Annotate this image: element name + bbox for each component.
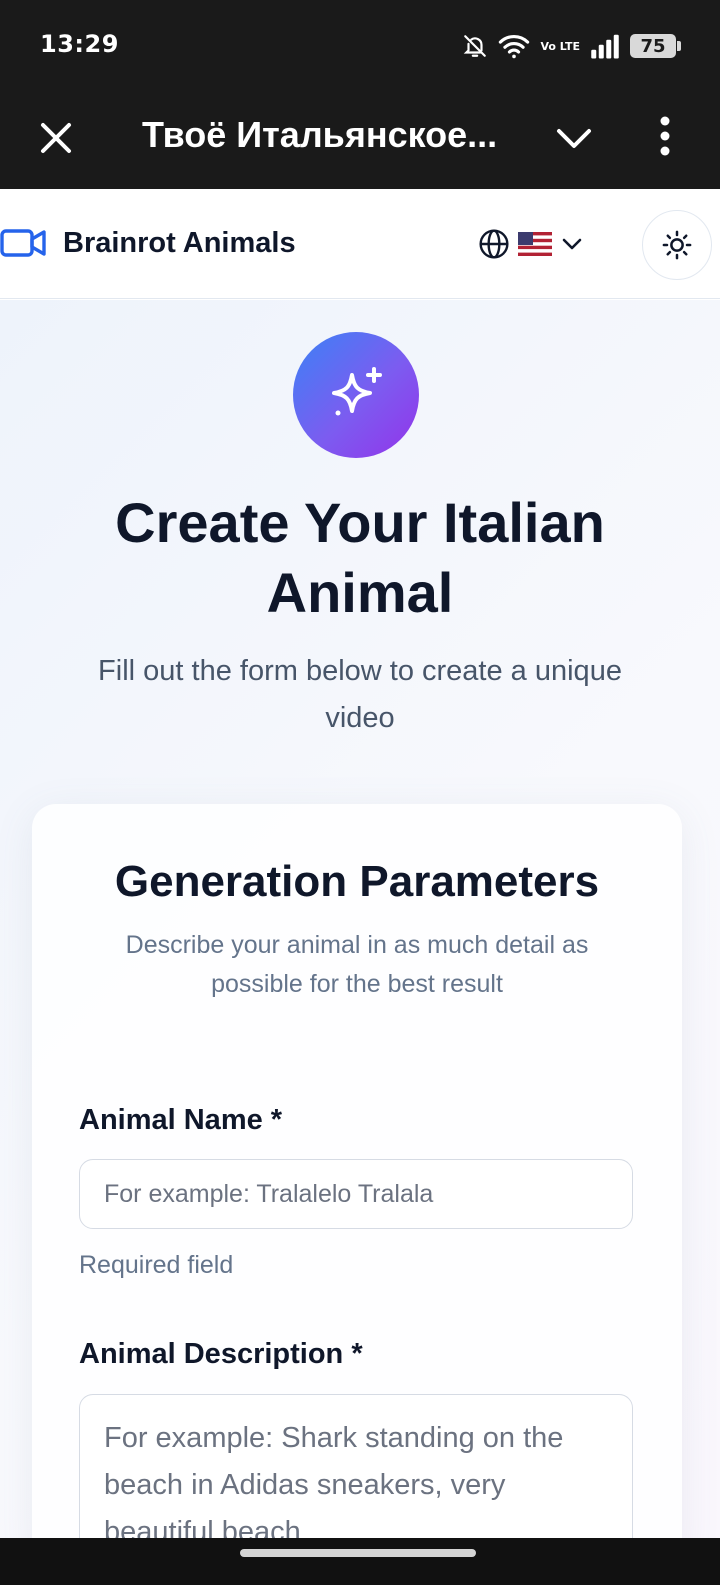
volte-icon: Vo LTE	[540, 41, 580, 52]
animal-name-input[interactable]	[79, 1159, 633, 1229]
navigation-bar	[0, 1538, 720, 1585]
bell-off-icon	[464, 35, 487, 57]
hero-title: Create Your Italian Animal	[115, 491, 605, 624]
home-indicator[interactable]	[240, 1549, 476, 1557]
form-title: Generation Parameters	[114, 857, 600, 906]
page-title: Твоё Итальянское...	[142, 114, 498, 155]
battery-level: 75	[640, 35, 666, 57]
globe-icon	[479, 229, 509, 259]
close-button[interactable]	[34, 116, 78, 160]
volte-text: Vo LTE	[540, 39, 580, 53]
generation-form-card: Generation Parameters Describe your anim…	[32, 804, 682, 1538]
sun-icon	[662, 230, 692, 260]
status-icons: Vo LTE 75	[462, 30, 681, 62]
wifi-icon	[499, 35, 530, 59]
battery-icon: 75	[630, 34, 681, 58]
form-description: Describe your animal in as much detail a…	[125, 931, 589, 998]
animal-description-label: Animal Description *	[79, 1338, 363, 1370]
status-bar: 13:29 Vo LTE 75	[0, 0, 720, 90]
app-header: Brainrot Animals	[0, 189, 720, 299]
sparkles-icon	[332, 367, 382, 416]
main-content: Create Your Italian Animal Fill out the …	[0, 300, 720, 1538]
hero-badge	[293, 332, 419, 458]
video-camera-icon[interactable]	[0, 225, 48, 261]
signal-icon	[591, 34, 619, 59]
chevron-down-icon	[557, 129, 591, 148]
expand-button[interactable]	[552, 116, 596, 160]
theme-toggle-button[interactable]	[642, 210, 712, 280]
chevron-down-icon	[562, 238, 582, 250]
hero-subtitle: Fill out the form below to create a uniq…	[98, 655, 622, 734]
language-switcher[interactable]	[478, 227, 584, 261]
close-icon	[41, 123, 71, 153]
status-time: 13:29	[40, 30, 119, 58]
animal-name-label: Animal Name *	[79, 1104, 283, 1136]
more-button[interactable]	[648, 112, 682, 164]
app-name[interactable]: Brainrot Animals	[63, 225, 296, 261]
us-flag-icon	[518, 232, 552, 256]
more-vertical-icon	[660, 116, 670, 156]
animal-description-input[interactable]	[79, 1394, 633, 1538]
required-field-hint: Required field	[79, 1251, 234, 1279]
browser-toolbar: Твоё Итальянское...	[0, 90, 720, 189]
